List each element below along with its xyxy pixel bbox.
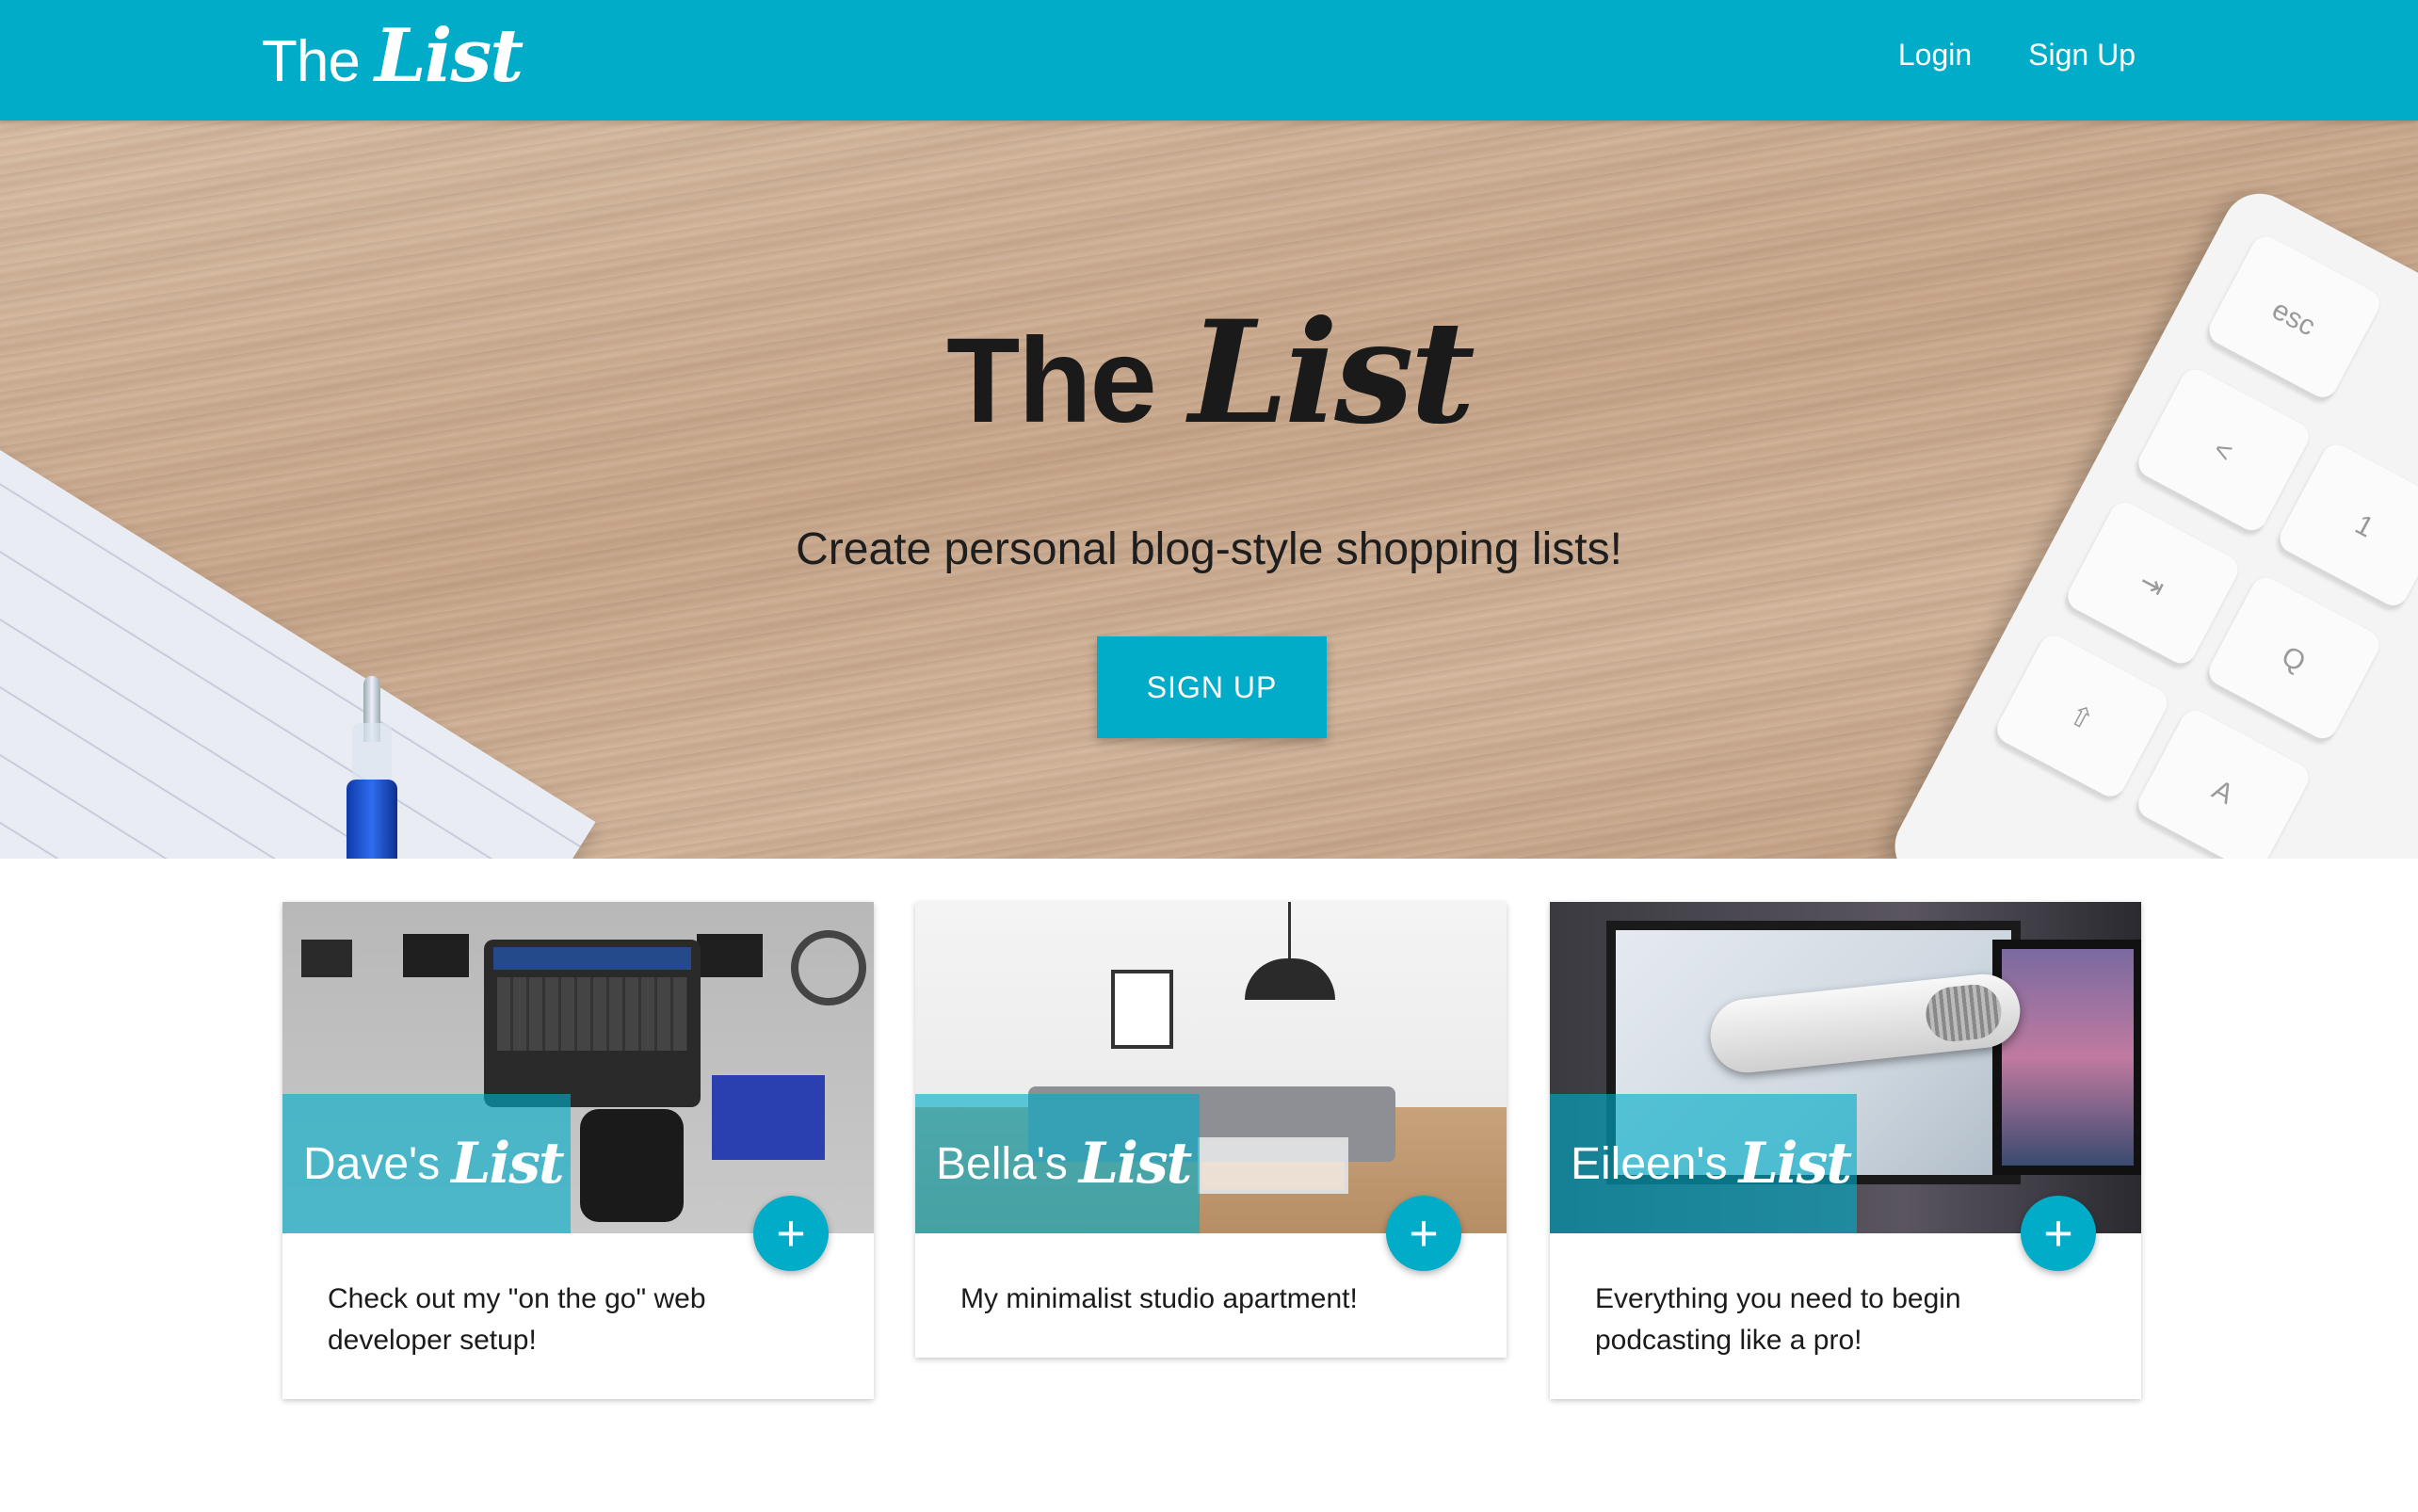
hero-title: The List (0, 290, 2418, 456)
login-link[interactable]: Login (1898, 38, 1972, 72)
signup-link[interactable]: Sign Up (2028, 38, 2136, 72)
card-owner: Eileen's (1571, 1138, 1728, 1189)
card-list-word: List (1738, 1131, 1852, 1197)
card-image: Eileen's List (1550, 902, 2141, 1233)
card-image: Dave's List (282, 902, 874, 1233)
hero-content: The List Create personal blog-style shop… (0, 121, 2418, 859)
card-image: Bella's List (915, 902, 1507, 1233)
list-card-dave[interactable]: Dave's List + Check out my "on the go" w… (282, 902, 874, 1399)
card-list-word: List (1078, 1131, 1192, 1197)
hero-signup-button[interactable]: SIGN UP (1097, 636, 1327, 738)
card-title: Dave's List (282, 1094, 571, 1233)
card-title: Bella's List (915, 1094, 1200, 1233)
hero-title-list: List (1188, 290, 1475, 456)
hero-subtitle: Create personal blog-style shopping list… (796, 524, 1622, 574)
card-owner: Bella's (936, 1138, 1068, 1189)
add-item-button[interactable]: + (2021, 1196, 2096, 1271)
card-title: Eileen's List (1550, 1094, 1857, 1233)
navbar: The List Login Sign Up (0, 0, 2418, 121)
hero-banner: esc < 1 ⇥ Q ⇧ A The List Create personal… (0, 121, 2418, 859)
hero-title-the: The (946, 314, 1157, 448)
list-cards: Dave's List + Check out my "on the go" w… (282, 902, 2141, 1410)
add-item-button[interactable]: + (753, 1196, 829, 1271)
brand-list: List (374, 13, 524, 99)
brand-logo[interactable]: The List (262, 13, 524, 99)
add-item-button[interactable]: + (1386, 1196, 1461, 1271)
card-list-word: List (451, 1131, 564, 1197)
list-card-eileen[interactable]: Eileen's List + Everything you need to b… (1550, 902, 2141, 1399)
card-owner: Dave's (303, 1138, 441, 1189)
list-card-bella[interactable]: Bella's List + My minimalist studio apar… (915, 902, 1507, 1358)
nav-links: Login Sign Up (1898, 38, 2136, 72)
brand-the: The (262, 29, 361, 94)
